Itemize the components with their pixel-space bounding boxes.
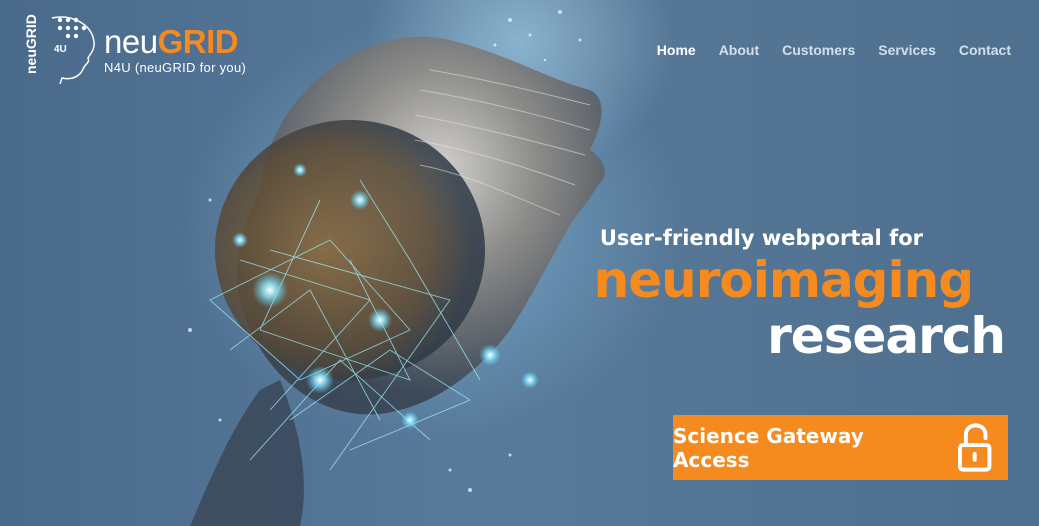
brand-name-suffix: GRID <box>157 23 239 60</box>
unlocked-padlock-icon <box>957 422 992 472</box>
science-gateway-access-button[interactable]: Science Gateway Access <box>673 415 1008 480</box>
neugrid-logo-icon: neuGRID 4U <box>23 14 95 84</box>
tagline-line-2: neuroimaging <box>593 251 974 309</box>
nav-about[interactable]: About <box>719 42 759 58</box>
hero-background: neuGRID 4U neuGRID N4U (neuGRID for you)… <box>0 0 1039 526</box>
tagline-line-3: research <box>767 307 1006 365</box>
main-nav: Home About Customers Services Contact <box>657 42 1011 58</box>
brand-block[interactable]: neuGRID N4U (neuGRID for you) <box>104 24 247 76</box>
nav-services[interactable]: Services <box>878 42 936 58</box>
logo-text: neuGRID <box>23 14 39 74</box>
tagline-line-1: User-friendly webportal for <box>599 226 923 250</box>
logo-subtext: 4U <box>54 44 67 55</box>
nav-contact[interactable]: Contact <box>959 42 1011 58</box>
hero-tagline: User-friendly webportal for neuroimaging… <box>593 224 1006 365</box>
brand-name: neuGRID <box>104 24 246 60</box>
brand-name-prefix: neu <box>104 23 158 60</box>
nav-customers[interactable]: Customers <box>782 42 855 58</box>
nav-home[interactable]: Home <box>657 42 696 58</box>
brand-subtitle: N4U (neuGRID for you) <box>104 60 247 75</box>
cta-label: Science Gateway Access <box>673 423 864 472</box>
digital-head-icon <box>188 10 605 526</box>
